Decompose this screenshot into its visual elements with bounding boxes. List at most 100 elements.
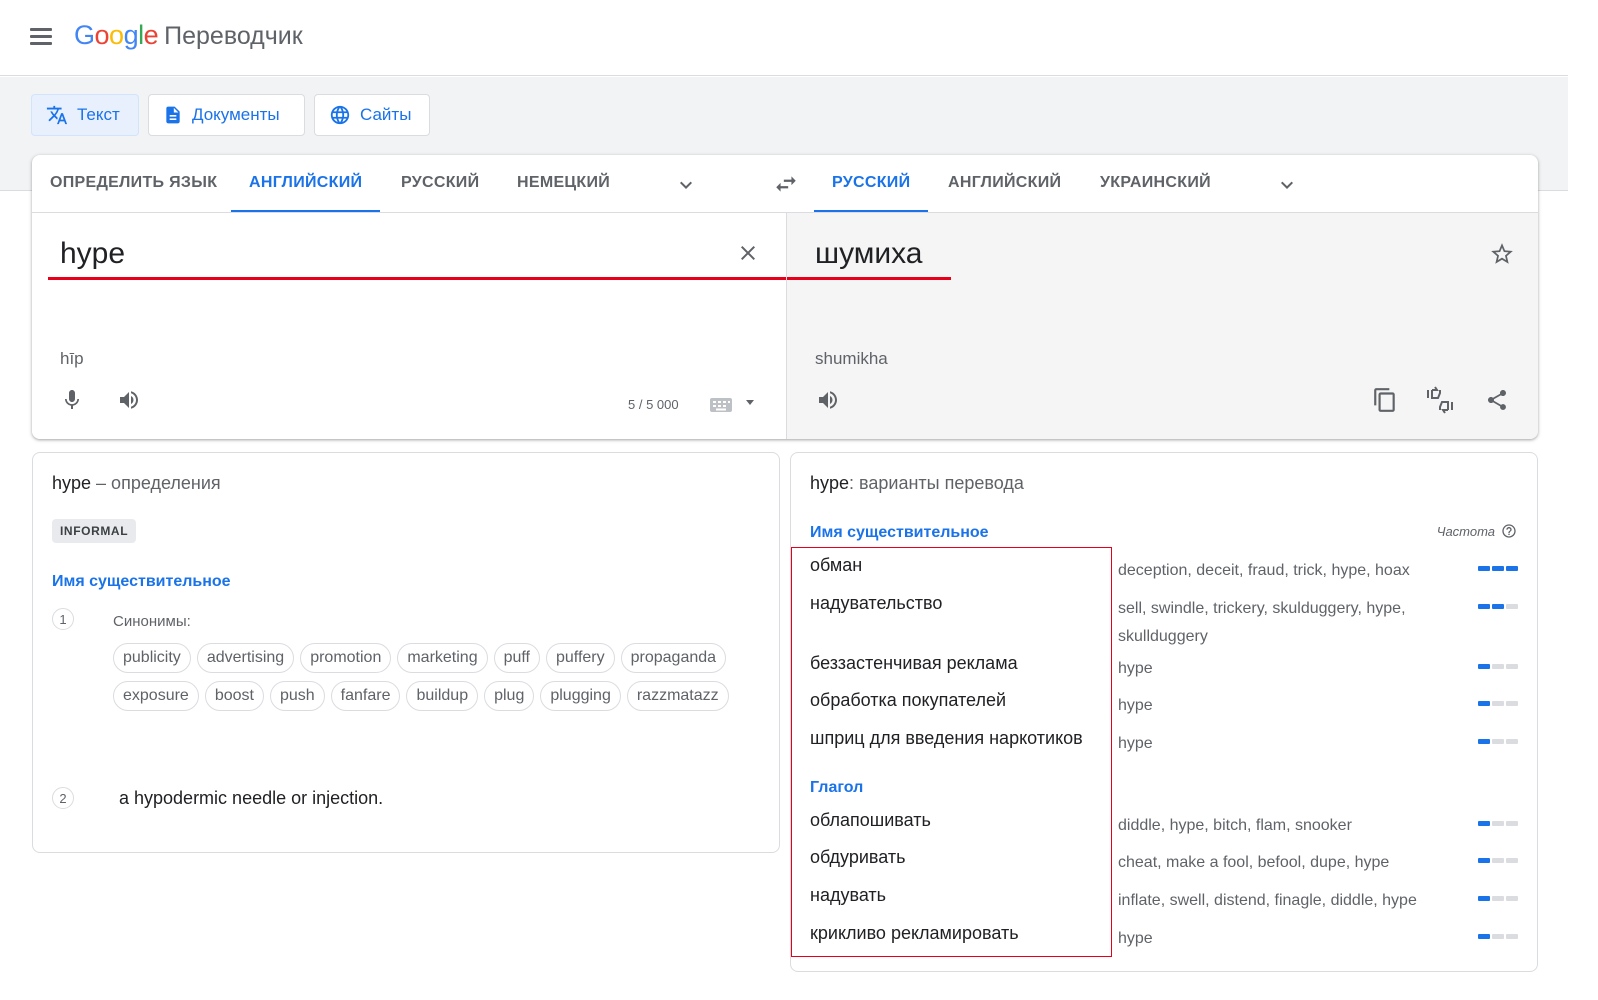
back-translations[interactable]: hype bbox=[1118, 692, 1448, 720]
synonym-chip[interactable]: publicity bbox=[113, 643, 191, 673]
frequency-segment bbox=[1478, 896, 1490, 901]
mode-text-button[interactable]: Текст bbox=[31, 94, 139, 136]
back-translations[interactable]: deception, deceit, fraud, trick, hype, h… bbox=[1118, 557, 1448, 585]
frequency-segment bbox=[1478, 739, 1490, 744]
globe-icon bbox=[330, 105, 350, 125]
copy-translation-button[interactable] bbox=[1370, 385, 1400, 415]
definitions-title-suffix: – определения bbox=[91, 473, 221, 493]
target-lang-russian[interactable]: РУССКИЙ bbox=[814, 155, 929, 212]
language-bar: ОПРЕДЕЛИТЬ ЯЗЫК АНГЛИЙСКИЙ РУССКИЙ НЕМЕЦ… bbox=[32, 155, 1538, 213]
help-icon[interactable] bbox=[1501, 523, 1517, 539]
main-menu-icon[interactable] bbox=[30, 28, 52, 46]
target-lang-ukrainian[interactable]: УКРАИНСКИЙ bbox=[1082, 155, 1229, 212]
speaker-icon bbox=[819, 391, 837, 409]
back-translations[interactable]: hype bbox=[1118, 730, 1448, 758]
synonym-chip[interactable]: buildup bbox=[406, 681, 479, 711]
speaker-icon bbox=[120, 391, 138, 409]
source-lang-detect[interactable]: ОПРЕДЕЛИТЬ ЯЗЫК bbox=[32, 155, 235, 212]
document-icon bbox=[166, 106, 180, 124]
share-icon bbox=[1488, 390, 1506, 410]
back-translations[interactable]: inflate, swell, distend, finagle, diddle… bbox=[1118, 887, 1448, 915]
frequency-segment bbox=[1478, 566, 1490, 571]
back-translations[interactable]: sell, swindle, trickery, skulduggery, hy… bbox=[1118, 595, 1448, 651]
synonym-chip[interactable]: exposure bbox=[113, 681, 199, 711]
translation-card: ОПРЕДЕЛИТЬ ЯЗЫК АНГЛИЙСКИЙ РУССКИЙ НЕМЕЦ… bbox=[32, 155, 1538, 439]
part-of-speech-noun: Имя существительное bbox=[810, 524, 989, 541]
translations-panel: hype : варианты перевода Имя существитель… bbox=[790, 452, 1538, 972]
highlight-box bbox=[791, 547, 1112, 957]
synonym-chip[interactable]: fanfare bbox=[330, 681, 401, 711]
source-more-languages-chevron-down-icon[interactable] bbox=[674, 173, 698, 197]
frequency-bar bbox=[1478, 821, 1518, 826]
definitions-title: hype – определения bbox=[52, 473, 221, 494]
sense-number: 2 bbox=[52, 787, 74, 809]
synonym-chip[interactable]: plug bbox=[484, 681, 535, 711]
target-lang-english[interactable]: АНГЛИЙСКИЙ bbox=[930, 155, 1079, 212]
synonym-chip[interactable]: push bbox=[269, 681, 325, 711]
source-lang-english[interactable]: АНГЛИЙСКИЙ bbox=[231, 155, 381, 212]
mode-documents-button[interactable]: Документы bbox=[148, 94, 305, 136]
frequency-segment bbox=[1478, 934, 1490, 939]
frequency-segment bbox=[1506, 934, 1518, 939]
frequency-segment bbox=[1478, 664, 1490, 669]
google-translate-logo[interactable]: Google Переводчик bbox=[74, 20, 303, 51]
back-translations[interactable]: diddle, hype, bitch, flam, snooker bbox=[1118, 812, 1448, 840]
microphone-icon bbox=[65, 390, 79, 409]
synonym-chip[interactable]: razzmatazz bbox=[626, 681, 729, 711]
frequency-segment bbox=[1492, 604, 1504, 609]
keyboard-icon[interactable] bbox=[710, 395, 762, 415]
source-text-input[interactable]: hype bbox=[60, 237, 125, 271]
synonym-chip[interactable]: advertising bbox=[196, 643, 295, 673]
frequency-segment bbox=[1478, 858, 1490, 863]
mode-documents-label: Документы bbox=[192, 105, 280, 124]
frequency-bar bbox=[1478, 566, 1518, 571]
logo-letter: G bbox=[74, 20, 95, 50]
synonym-chip[interactable]: puffery bbox=[546, 643, 615, 673]
source-lang-russian[interactable]: РУССКИЙ bbox=[383, 155, 497, 212]
app-header: Google Переводчик bbox=[0, 0, 1568, 76]
frequency-bar bbox=[1478, 934, 1518, 939]
frequency-segment bbox=[1478, 821, 1490, 826]
synonym-chip[interactable]: marketing bbox=[397, 643, 488, 673]
synonym-chip[interactable]: puff bbox=[493, 643, 540, 673]
frequency-segment bbox=[1478, 604, 1490, 609]
mode-sites-button[interactable]: Сайты bbox=[314, 94, 430, 136]
listen-source-button[interactable] bbox=[114, 385, 144, 415]
back-translations[interactable]: cheat, make a fool, befool, dupe, hype bbox=[1118, 849, 1448, 877]
highlight-underline bbox=[48, 277, 788, 280]
clear-source-close-icon[interactable] bbox=[736, 241, 760, 265]
frequency-segment bbox=[1506, 604, 1518, 609]
synonym-chip[interactable]: plugging bbox=[540, 681, 621, 711]
frequency-bar bbox=[1478, 664, 1518, 669]
swap-languages-icon[interactable] bbox=[772, 171, 800, 197]
target-more-languages-chevron-down-icon[interactable] bbox=[1275, 173, 1299, 197]
synonym-chip[interactable]: boost bbox=[204, 681, 264, 711]
synonym-chip[interactable]: propaganda bbox=[620, 643, 727, 673]
frequency-segment bbox=[1492, 664, 1504, 669]
mode-text-label: Текст bbox=[77, 105, 120, 124]
logo-letter: g bbox=[123, 20, 139, 50]
frequency-segment bbox=[1506, 739, 1518, 744]
logo-letter: e bbox=[143, 20, 159, 50]
frequency-segment bbox=[1492, 934, 1504, 939]
listen-translation-button[interactable] bbox=[813, 385, 843, 415]
highlight-underline bbox=[787, 277, 951, 280]
character-counter: 5 / 5 000 bbox=[628, 397, 679, 412]
logo-letter: o bbox=[109, 20, 124, 50]
feedback-thumbs-icon bbox=[1427, 386, 1453, 414]
rate-translation-button[interactable] bbox=[1425, 385, 1455, 415]
translate-icon bbox=[46, 105, 68, 125]
source-lang-german[interactable]: НЕМЕЦКИЙ bbox=[499, 155, 628, 212]
back-translations[interactable]: hype bbox=[1118, 925, 1448, 953]
frequency-segment bbox=[1492, 739, 1504, 744]
share-translation-button[interactable] bbox=[1482, 385, 1512, 415]
voice-input-button[interactable] bbox=[57, 385, 87, 415]
synonym-chip[interactable]: promotion bbox=[300, 643, 392, 673]
back-translations[interactable]: hype bbox=[1118, 655, 1448, 683]
frequency-segment bbox=[1478, 701, 1490, 706]
definitions-word: hype bbox=[52, 473, 92, 493]
save-translation-star-icon[interactable] bbox=[1489, 241, 1515, 267]
frequency-segment bbox=[1492, 821, 1504, 826]
translations-title-suffix: : варианты перевода bbox=[849, 473, 1024, 493]
copy-icon bbox=[1374, 388, 1395, 412]
